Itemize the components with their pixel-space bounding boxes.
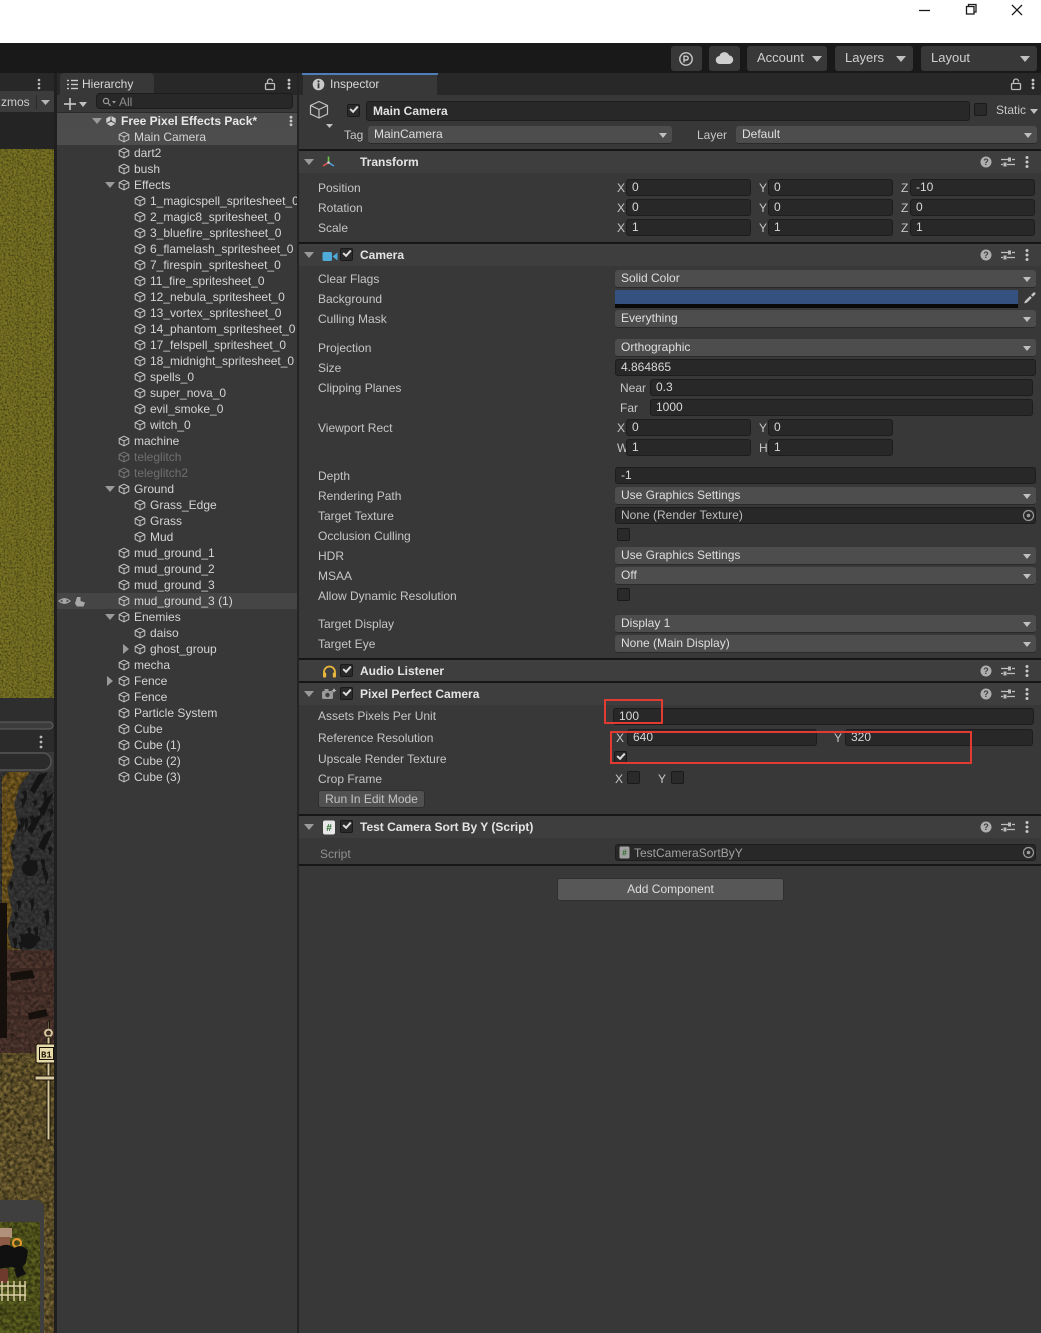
svg-text:#: # <box>622 848 627 858</box>
svg-text:?: ? <box>983 822 989 832</box>
svg-text:?: ? <box>983 250 989 260</box>
svg-text:?: ? <box>983 157 989 167</box>
svg-text:#: # <box>326 823 332 834</box>
svg-text:zmos: zmos <box>1 95 30 109</box>
svg-text:?: ? <box>983 689 989 699</box>
svg-text:?: ? <box>983 666 989 676</box>
svg-text:B1: B1 <box>41 1051 52 1061</box>
